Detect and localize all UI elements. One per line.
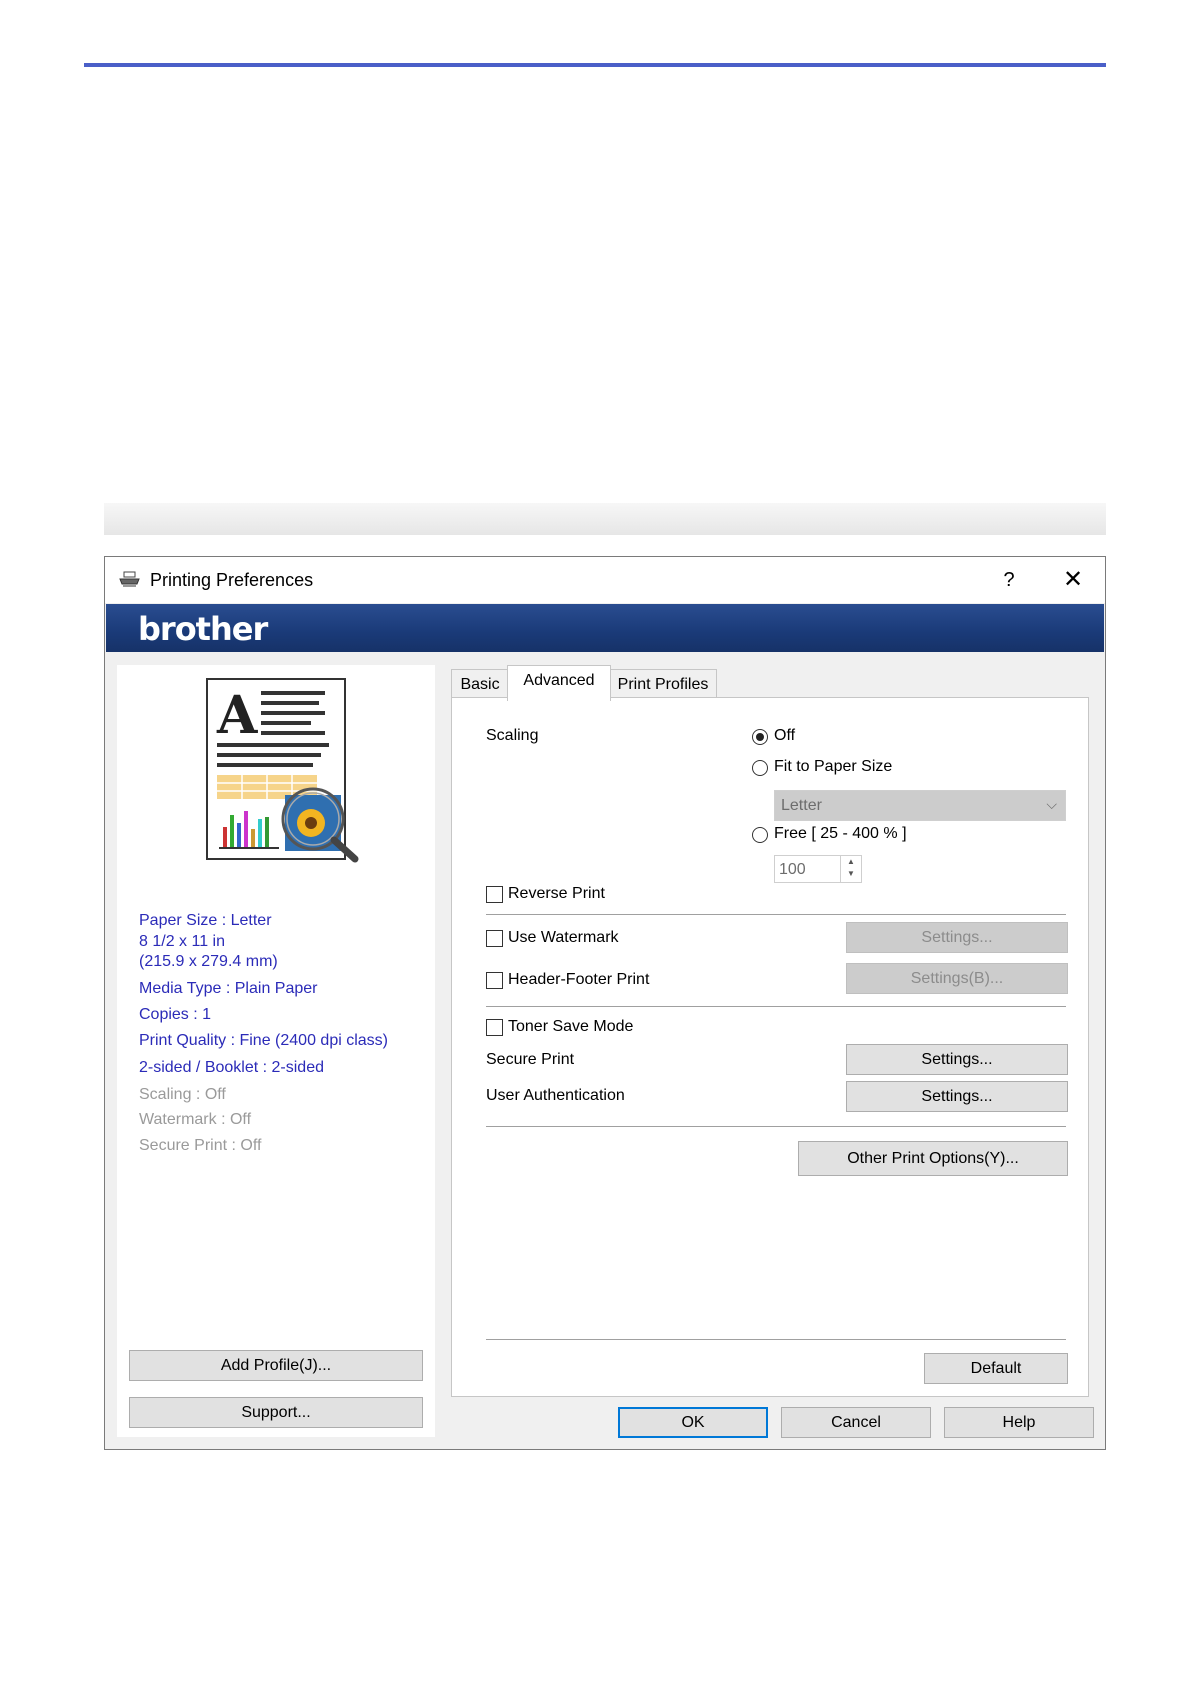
separator [486,1339,1066,1340]
fit-to-paper-radio[interactable] [752,760,768,776]
toner-save-checkbox[interactable] [486,1019,503,1036]
print-quality-info: Print Quality : Fine (2400 dpi class) [139,1032,388,1049]
two-sided-info: 2-sided / Booklet : 2-sided [139,1059,324,1076]
free-scaling-value: 100 [779,861,806,878]
reverse-print-label[interactable]: Reverse Print [508,885,605,903]
window-title: Printing Preferences [150,570,314,590]
cancel-button[interactable]: Cancel [781,1407,931,1438]
separator [486,914,1066,915]
ok-button[interactable]: OK [618,1407,768,1438]
scaling-off-label[interactable]: Off [774,727,795,745]
title-bar: Printing Preferences ? ✕ [105,557,1105,603]
printing-preferences-dialog: Printing Preferences ? ✕ brother A Paper… [104,556,1106,1450]
support-button[interactable]: Support... [129,1397,423,1428]
svg-text:A: A [216,685,258,746]
spin-down-icon[interactable]: ▼ [847,869,855,878]
media-type-info: Media Type : Plain Paper [139,980,318,997]
document-preview-icon: A [206,678,359,863]
tab-print-profiles[interactable]: Print Profiles [609,669,717,699]
reverse-print-checkbox[interactable] [486,886,503,903]
close-icon[interactable]: ✕ [1049,565,1097,595]
paper-dims-mm-info: (215.9 x 279.4 mm) [139,953,278,970]
header-footer-settings-button[interactable]: Settings(B)... [846,963,1068,994]
tab-basic[interactable]: Basic [451,669,509,699]
use-watermark-label[interactable]: Use Watermark [508,929,619,947]
header-footer-checkbox[interactable] [486,972,503,989]
user-auth-settings-button[interactable]: Settings... [846,1081,1068,1112]
separator [486,1126,1066,1127]
add-profile-button[interactable]: Add Profile(J)... [129,1350,423,1381]
secure-print-info: Secure Print : Off [139,1137,262,1154]
free-scaling-radio[interactable] [752,827,768,843]
paper-dims-in-info: 8 1/2 x 11 in [139,933,225,950]
fit-paper-size-value: Letter [781,797,822,814]
copies-info: Copies : 1 [139,1006,212,1023]
paper-size-info: Paper Size : Letter [139,912,272,929]
watermark-settings-button[interactable]: Settings... [846,922,1068,953]
user-auth-label: User Authentication [486,1087,625,1104]
top-rule [84,63,1106,67]
free-scaling-label[interactable]: Free [ 25 - 400 % ] [774,825,907,843]
section-band [104,503,1106,535]
toner-save-label[interactable]: Toner Save Mode [508,1018,633,1036]
use-watermark-checkbox[interactable] [486,930,503,947]
default-button[interactable]: Default [924,1353,1068,1384]
free-scaling-stepper[interactable]: 100 ▲ ▼ [774,855,862,883]
help-icon[interactable]: ? [985,565,1033,595]
scaling-info: Scaling : Off [139,1086,226,1103]
secure-print-settings-button[interactable]: Settings... [846,1044,1068,1075]
watermark-info: Watermark : Off [139,1111,252,1128]
settings-summary-panel: A Paper Size : Letter 8 1/2 x 11 in (215… [117,665,435,1437]
scaling-off-radio[interactable] [752,729,768,745]
header-footer-label[interactable]: Header-Footer Print [508,971,649,989]
brand-logo: brother [138,610,268,648]
other-print-options-button[interactable]: Other Print Options(Y)... [798,1141,1068,1176]
printer-icon [119,571,140,587]
fit-to-paper-label[interactable]: Fit to Paper Size [774,758,892,776]
separator [486,1006,1066,1007]
tab-advanced[interactable]: Advanced [507,665,611,701]
advanced-tab-page: Scaling Off Fit to Paper Size Letter ⌵ F… [451,697,1089,1397]
fit-paper-size-select[interactable]: Letter ⌵ [774,790,1066,821]
spin-up-icon[interactable]: ▲ [847,857,855,866]
scaling-label: Scaling [486,727,539,744]
spin-icons[interactable]: ▲ ▼ [840,856,861,882]
chevron-down-icon: ⌵ [1046,796,1057,812]
brand-banner: brother [106,604,1104,652]
secure-print-label: Secure Print [486,1051,575,1068]
help-button[interactable]: Help [944,1407,1094,1438]
